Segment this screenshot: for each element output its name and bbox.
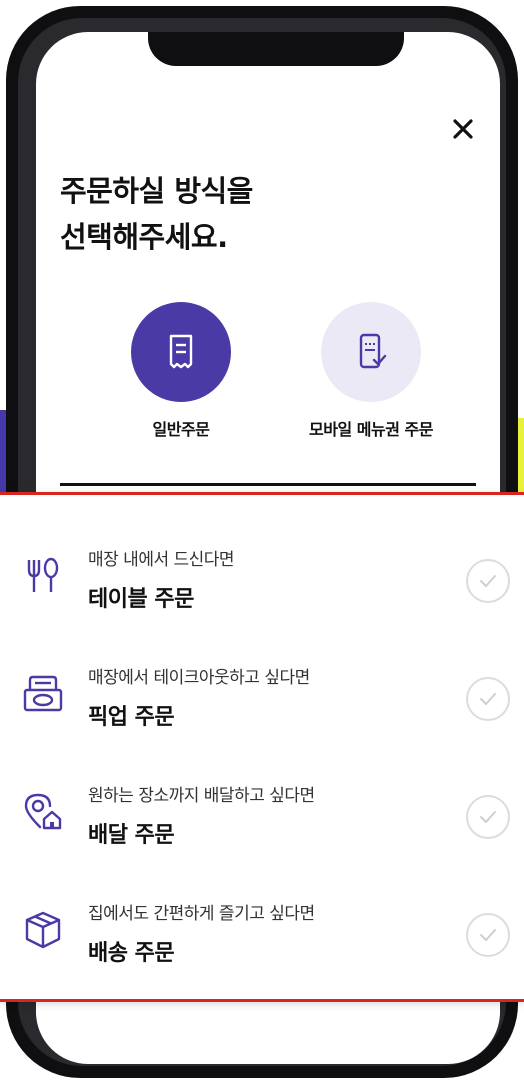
pickup-order-check[interactable] [466,677,510,721]
delivery-order-check[interactable] [466,795,510,839]
order-type-sheet: 매장 내에서 드신다면 테이블 주문 매장에서 테이크아웃하고 싶다면 픽업 주… [0,492,524,1002]
table-order-subtitle: 매장 내에서 드신다면 [88,550,235,570]
mobile-ticket-circle [321,302,421,402]
package-icon [20,907,66,953]
check-icon [480,929,496,941]
close-icon [453,119,473,139]
shipping-order-title: 배송 주문 [88,941,175,966]
takeout-box-icon [20,671,66,717]
mobile-ticket-icon [359,333,387,369]
location-home-icon [20,789,66,835]
pickup-order-subtitle: 매장에서 테이크아웃하고 싶다면 [88,668,310,688]
pickup-order-title: 픽업 주문 [88,705,175,730]
delivery-order-subtitle: 원하는 장소까지 배달하고 싶다면 [88,786,315,806]
delivery-order-option[interactable]: 원하는 장소까지 배달하고 싶다면 배달 주문 [0,731,524,849]
check-icon [480,811,496,823]
table-order-check[interactable] [466,559,510,603]
mobile-ticket-order-button[interactable]: 모바일 메뉴권 주문 [276,302,466,440]
close-button[interactable] [446,112,480,146]
check-icon [480,575,496,587]
shipping-order-check[interactable] [466,913,510,957]
selected-tab-underline [60,483,476,486]
general-order-button[interactable]: 일반주문 [126,302,236,440]
general-order-label: 일반주문 [152,420,210,439]
title-line-2: 선택해주세요. [60,220,228,254]
mobile-ticket-label: 모바일 메뉴권 주문 [309,420,433,439]
table-order-title: 테이블 주문 [88,587,194,612]
pickup-order-option[interactable]: 매장에서 테이크아웃하고 싶다면 픽업 주문 [0,613,524,731]
table-order-option[interactable]: 매장 내에서 드신다면 테이블 주문 [0,495,524,613]
page-title: 주문하실 방식을 선택해주세요. [60,168,253,260]
receipt-icon [169,334,193,369]
utensils-icon [20,553,66,599]
general-order-circle [131,302,231,402]
shipping-order-option[interactable]: 집에서도 간편하게 즐기고 싶다면 배송 주문 [0,849,524,967]
phone-notch [148,32,404,66]
shipping-order-subtitle: 집에서도 간편하게 즐기고 싶다면 [88,904,315,924]
check-icon [480,693,496,705]
title-line-1: 주문하실 방식을 [60,174,253,208]
delivery-order-title: 배달 주문 [88,823,175,848]
